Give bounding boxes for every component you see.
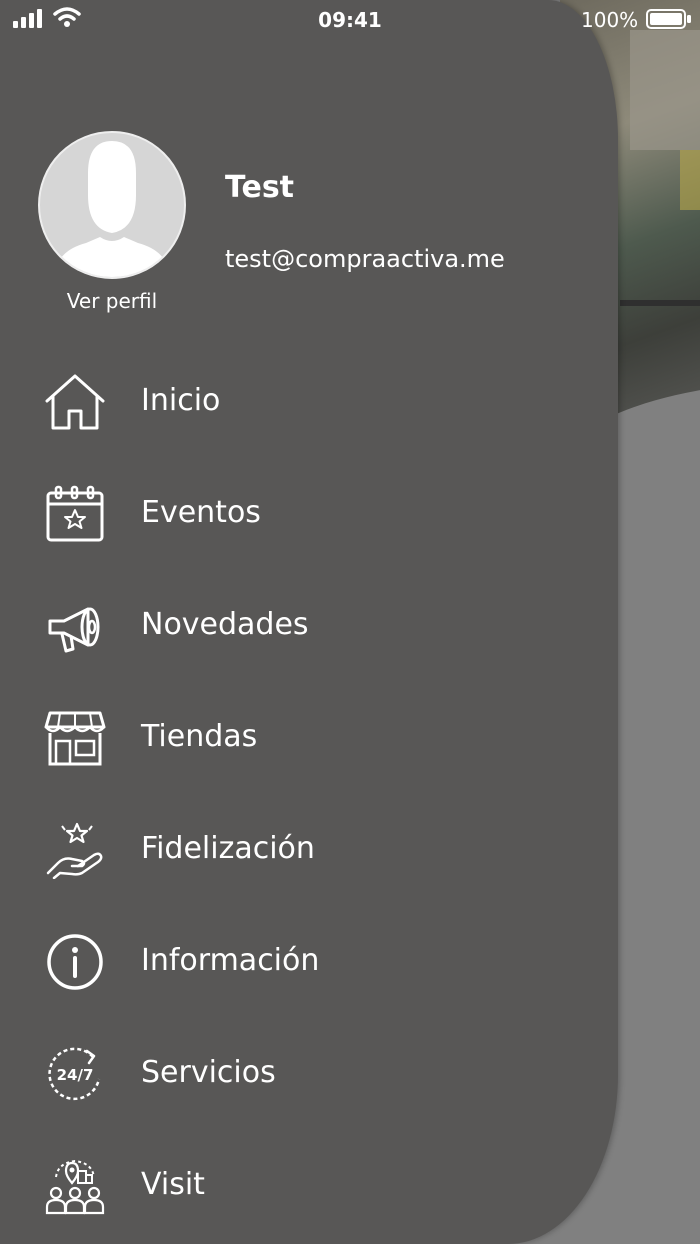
menu-item-inicio[interactable]: Inicio bbox=[0, 347, 600, 459]
menu-item-label: Información bbox=[141, 943, 320, 978]
menu-item-informacion[interactable]: Información bbox=[0, 907, 600, 1019]
menu-item-label: Fidelización bbox=[141, 831, 315, 866]
user-name: Test bbox=[225, 170, 295, 205]
menu-item-label: Eventos bbox=[141, 495, 261, 530]
status-bar: 09:41 100% bbox=[0, 0, 700, 38]
photo-railing bbox=[620, 300, 700, 306]
photo-wall bbox=[630, 30, 700, 150]
home-icon bbox=[45, 374, 105, 430]
avatar[interactable] bbox=[38, 131, 186, 279]
info-icon bbox=[47, 934, 103, 990]
svg-text:24/7: 24/7 bbox=[57, 1066, 94, 1084]
hand-star-icon bbox=[46, 822, 103, 879]
menu-item-fidelizacion[interactable]: Fidelización bbox=[0, 795, 600, 907]
24-7-icon: 24/7 bbox=[48, 1047, 101, 1101]
menu-item-label: Novedades bbox=[141, 607, 309, 642]
battery-icon bbox=[646, 9, 691, 29]
menu-item-label: Inicio bbox=[141, 383, 221, 418]
battery-percent: 100% bbox=[581, 8, 639, 32]
menu-item-novedades[interactable]: Novedades bbox=[0, 571, 600, 683]
view-profile-link[interactable]: Ver perfil bbox=[38, 289, 186, 313]
user-email: test@compraactiva.me bbox=[225, 245, 505, 273]
user-silhouette-icon bbox=[54, 141, 170, 277]
megaphone-icon bbox=[48, 607, 100, 653]
visit-map-people-icon bbox=[45, 1159, 105, 1215]
menu-item-label: Servicios bbox=[141, 1055, 276, 1090]
store-icon bbox=[44, 711, 106, 766]
menu-item-label: Tiendas bbox=[141, 719, 258, 754]
menu-item-servicios[interactable]: 24/7 Servicios bbox=[0, 1019, 600, 1131]
menu-item-eventos[interactable]: Eventos bbox=[0, 459, 600, 571]
menu-item-label: Visit bbox=[141, 1167, 205, 1202]
menu-item-tiendas[interactable]: Tiendas bbox=[0, 683, 600, 795]
menu-item-visit[interactable]: Visit bbox=[0, 1131, 600, 1243]
photo-sign bbox=[680, 150, 700, 210]
calendar-star-icon bbox=[46, 485, 104, 542]
